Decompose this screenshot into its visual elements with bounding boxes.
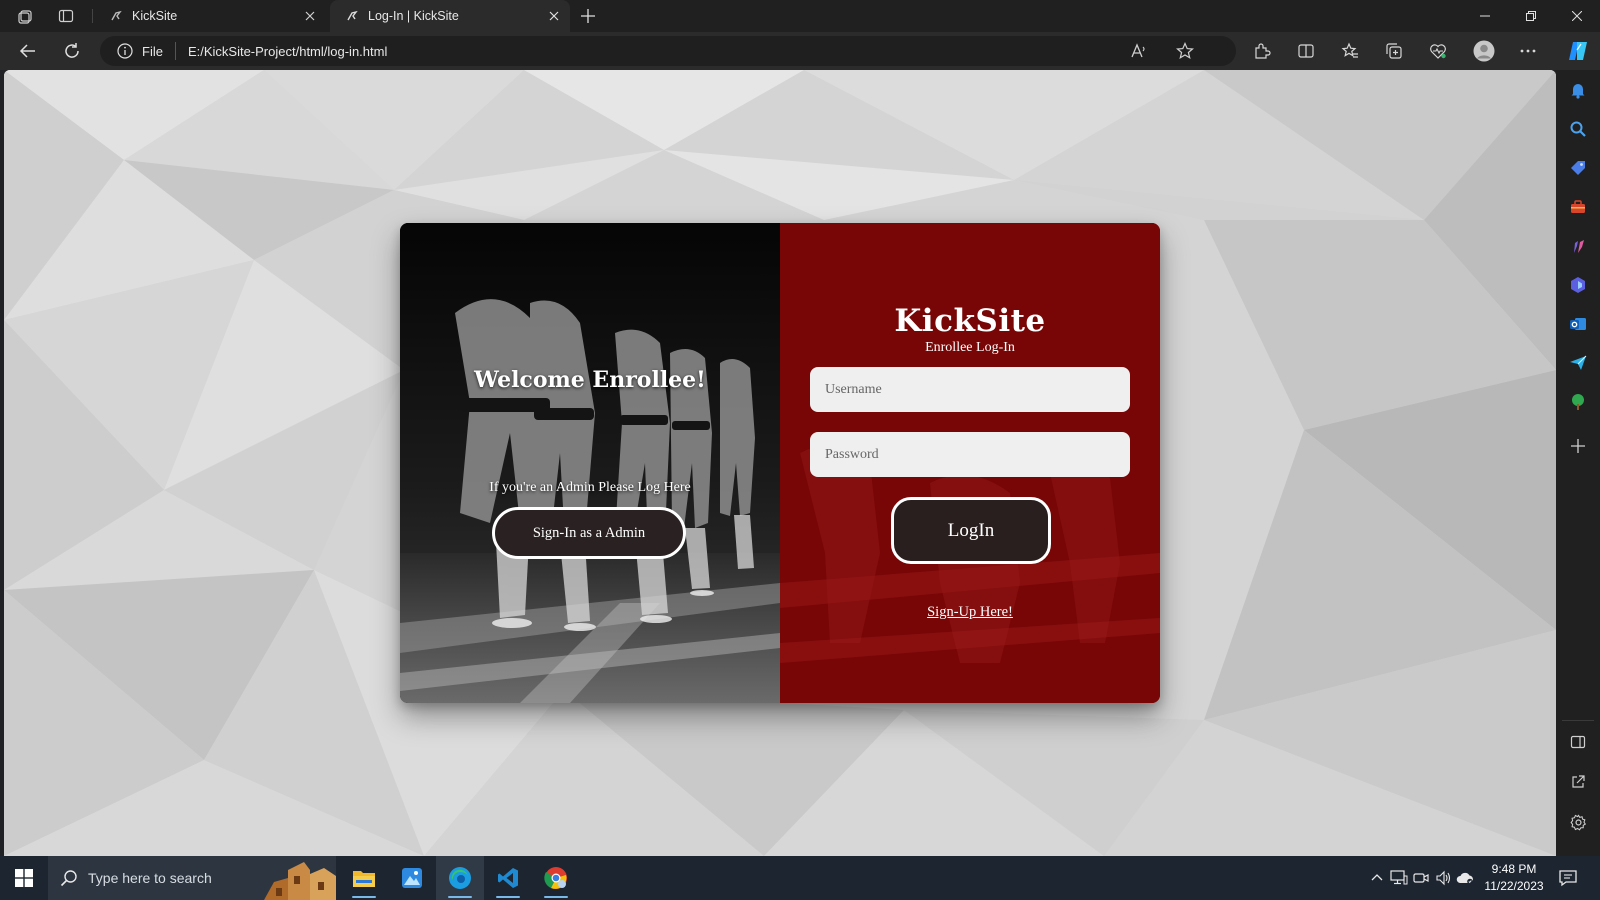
app-running-indicator: [544, 896, 568, 898]
browser-title-bar: KickSite Log-In | KickSite: [0, 0, 1600, 32]
bell-icon[interactable]: [1568, 80, 1588, 100]
tools-icon[interactable]: [1568, 197, 1588, 217]
camera-icon[interactable]: [1412, 868, 1430, 888]
navigation-bar: File E:/KickSite-Project/html/log-in.htm…: [0, 32, 1600, 70]
sidebar-divider: [1562, 720, 1594, 721]
admin-panel: Welcome Enrollee! If you're an Admin Ple…: [400, 223, 780, 703]
search-icon[interactable]: [1568, 119, 1588, 139]
favorite-star-icon[interactable]: [1176, 42, 1194, 60]
read-aloud-icon[interactable]: [1130, 42, 1148, 60]
show-hidden-icons-chevron[interactable]: [1368, 868, 1386, 888]
tab-divider: [92, 9, 93, 23]
notifications-icon[interactable]: [1558, 868, 1578, 888]
admin-note-text: If you're an Admin Please Log Here: [489, 480, 691, 495]
taskbar-search-box[interactable]: Type here to search: [48, 856, 336, 900]
info-icon[interactable]: [116, 42, 134, 60]
split-screen-icon[interactable]: [1290, 35, 1322, 67]
games-icon[interactable]: [1568, 236, 1588, 256]
extensions-icon[interactable]: [1246, 35, 1278, 67]
add-app-icon[interactable]: [1568, 436, 1588, 456]
favorites-icon[interactable]: [1334, 35, 1366, 67]
chrome-app[interactable]: [532, 856, 580, 900]
url-text[interactable]: E:/KickSite-Project/html/log-in.html: [188, 44, 387, 59]
restore-button[interactable]: [1508, 0, 1554, 32]
enrollee-login-panel: KickSite Enrollee Log-In LogIn Sign-Up H…: [780, 223, 1160, 703]
edge-sidebar: [1556, 70, 1600, 856]
password-input[interactable]: [810, 432, 1130, 477]
login-card: Welcome Enrollee! If you're an Admin Ple…: [400, 223, 1160, 703]
hide-sidebar-icon[interactable]: [1568, 732, 1588, 752]
open-external-icon[interactable]: [1568, 772, 1588, 792]
clock-date: 11/22/2023: [1484, 879, 1544, 893]
system-clock[interactable]: 9:48 PM 11/22/2023: [1478, 861, 1550, 895]
back-button[interactable]: [12, 35, 44, 67]
network-icon[interactable]: [1390, 868, 1408, 888]
outlook-icon[interactable]: [1568, 314, 1588, 334]
onedrive-icon[interactable]: [1456, 868, 1474, 888]
refresh-button[interactable]: [56, 35, 88, 67]
address-bar[interactable]: File E:/KickSite-Project/html/log-in.htm…: [100, 36, 1236, 66]
drop-send-icon[interactable]: [1568, 353, 1588, 373]
file-explorer-app[interactable]: [340, 856, 388, 900]
login-button[interactable]: LogIn: [891, 497, 1051, 564]
collections-icon[interactable]: [1378, 35, 1410, 67]
clock-time: 9:48 PM: [1491, 862, 1537, 876]
page-viewport: Welcome Enrollee! If you're an Admin Ple…: [4, 70, 1556, 856]
welcome-heading: Welcome Enrollee!: [474, 367, 706, 393]
windows-start-button[interactable]: [0, 856, 48, 900]
tab-title: Log-In | KickSite: [368, 9, 459, 23]
brand-title: KickSite: [894, 303, 1046, 339]
edge-app[interactable]: [436, 856, 484, 900]
search-highlight-art: [264, 862, 336, 900]
microsoft-365-icon[interactable]: [1568, 275, 1588, 295]
windows-taskbar: Type here to search 9:48 PM 11/22/2023: [0, 856, 1600, 900]
close-window-button[interactable]: [1554, 0, 1600, 32]
url-divider: [174, 42, 176, 60]
profile-avatar[interactable]: [1468, 35, 1500, 67]
search-placeholder: Type here to search: [88, 870, 212, 886]
more-options-icon[interactable]: [1512, 35, 1544, 67]
photos-app[interactable]: [388, 856, 436, 900]
new-tab-button[interactable]: [576, 0, 600, 32]
copilot-icon[interactable]: [1562, 35, 1594, 67]
app-running-indicator: [448, 896, 472, 898]
login-subtitle: Enrollee Log-In: [925, 340, 1015, 355]
settings-gear-icon[interactable]: [1568, 812, 1588, 832]
close-tab-icon[interactable]: [546, 8, 562, 24]
volume-icon[interactable]: [1434, 868, 1452, 888]
tab-actions-icon[interactable]: [52, 0, 80, 32]
tree-icon[interactable]: [1568, 392, 1588, 412]
app-running-indicator: [496, 896, 520, 898]
shopping-tag-icon[interactable]: [1568, 158, 1588, 178]
kick-favicon-icon: [108, 8, 124, 24]
vs-code-app[interactable]: [484, 856, 532, 900]
karate-class-photo: [400, 223, 780, 703]
browser-essentials-icon[interactable]: [1422, 35, 1454, 67]
workspaces-icon[interactable]: [12, 0, 40, 32]
kick-favicon-icon: [344, 8, 360, 24]
tab-login[interactable]: Log-In | KickSite: [330, 0, 570, 32]
url-scheme-label: File: [142, 43, 163, 59]
tab-kicksite[interactable]: KickSite: [100, 0, 326, 32]
tab-title: KickSite: [132, 9, 178, 23]
app-running-indicator: [352, 896, 376, 898]
username-input[interactable]: [810, 367, 1130, 412]
minimize-button[interactable]: [1462, 0, 1508, 32]
sign-up-link[interactable]: Sign-Up Here!: [780, 604, 1160, 621]
admin-sign-in-button[interactable]: Sign-In as a Admin: [492, 507, 686, 559]
close-tab-icon[interactable]: [302, 8, 318, 24]
search-icon: [60, 869, 78, 887]
